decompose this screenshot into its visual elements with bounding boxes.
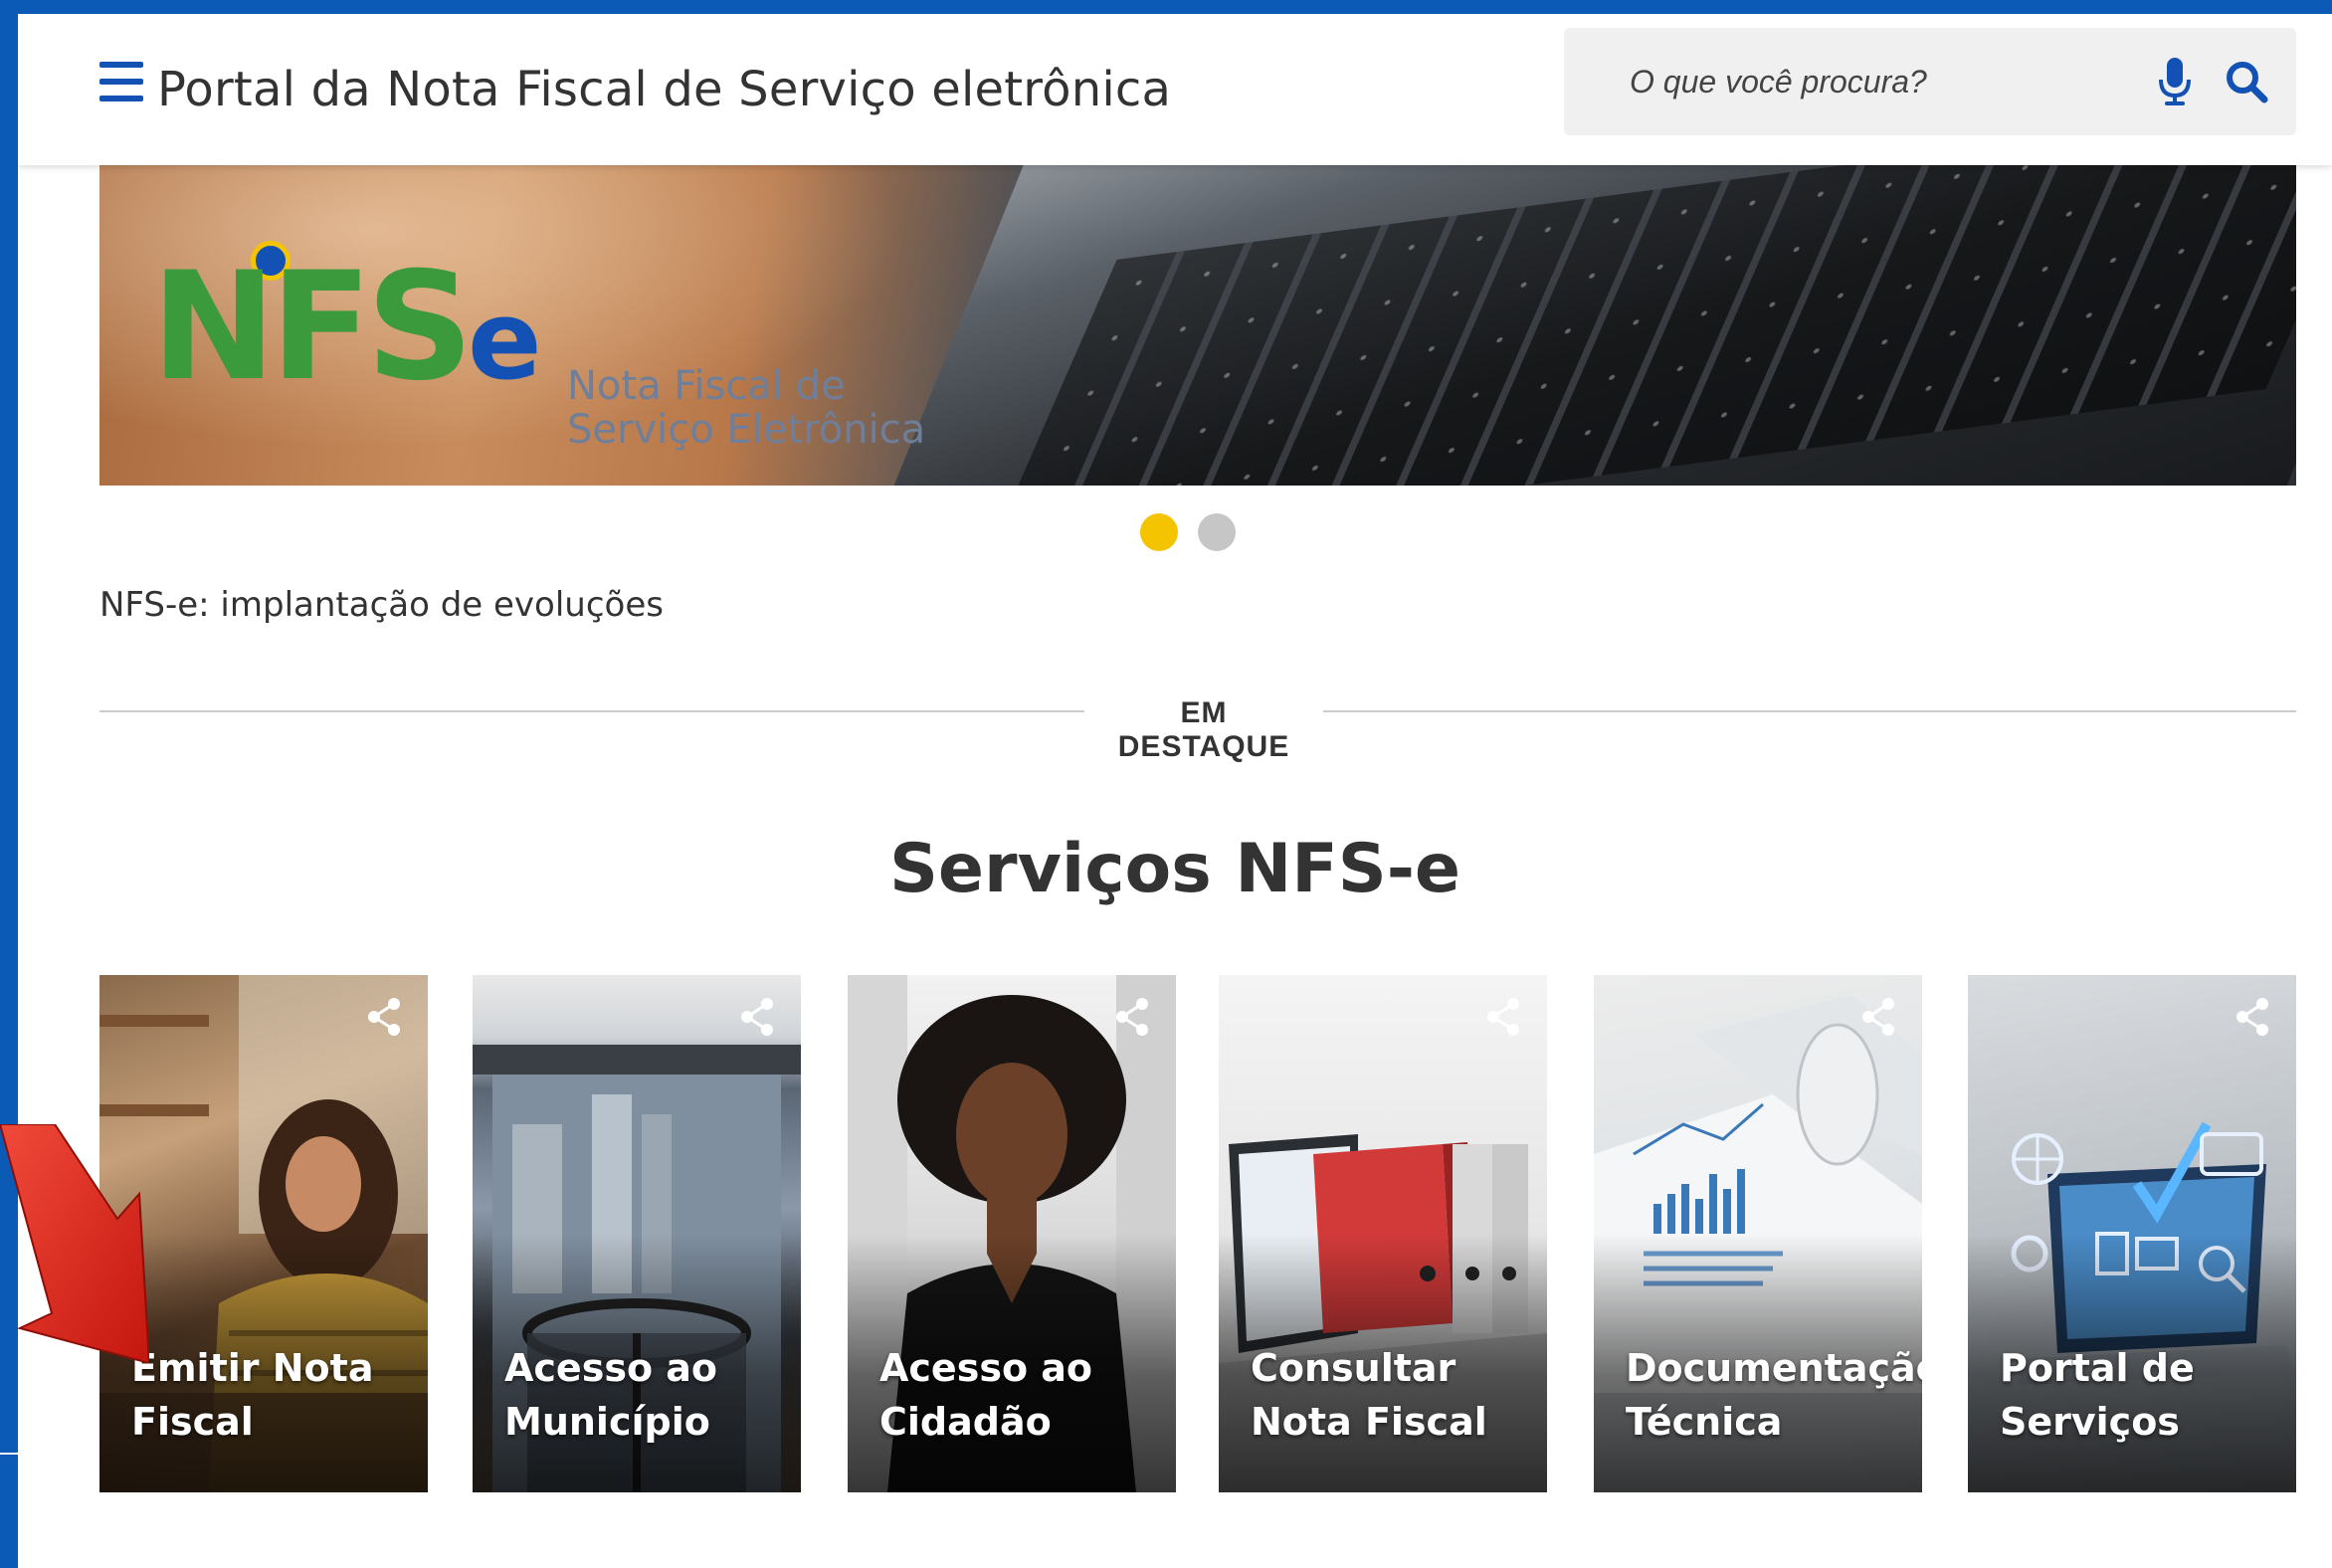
- card-acesso-cidadao[interactable]: Acesso ao Cidadão: [848, 975, 1176, 1492]
- card-label: Documentação Técnica: [1626, 1341, 1922, 1449]
- hamburger-menu-icon[interactable]: [99, 62, 143, 101]
- card-label: Emitir Nota Fiscal: [131, 1341, 420, 1449]
- card-label-line-2: Município: [504, 1400, 710, 1444]
- card-label-line-2: Nota Fiscal: [1251, 1400, 1487, 1444]
- card-label: Portal de Serviços: [2000, 1341, 2288, 1449]
- carousel-dot-1-active[interactable]: [1140, 513, 1178, 551]
- card-consultar-nota-fiscal[interactable]: Consultar Nota Fiscal: [1219, 975, 1547, 1492]
- page: Portal da Nota Fiscal de Serviço eletrôn…: [18, 14, 2332, 1568]
- carousel-dot-2[interactable]: [1198, 513, 1236, 551]
- card-label: Acesso ao Cidadão: [879, 1341, 1168, 1449]
- featured-label: EM DESTAQUE: [1117, 696, 1290, 763]
- share-icon[interactable]: [739, 997, 775, 1037]
- card-acesso-municipio[interactable]: Acesso ao Município: [473, 975, 801, 1492]
- divider-left: [99, 710, 1084, 712]
- microphone-icon[interactable]: [2157, 58, 2193, 105]
- share-icon[interactable]: [1860, 997, 1896, 1037]
- search-input[interactable]: [1564, 28, 2141, 135]
- site-header: Portal da Nota Fiscal de Serviço eletrôn…: [18, 14, 2332, 165]
- section-title: Serviços NFS-e: [888, 830, 1461, 908]
- card-label-line-1: Documentação: [1626, 1346, 1922, 1390]
- share-icon[interactable]: [1485, 997, 1521, 1037]
- divider-right: [1323, 710, 2296, 712]
- card-label-line-1: Consultar: [1251, 1346, 1457, 1390]
- card-label-line-2: Cidadão: [879, 1400, 1052, 1444]
- red-arrow-annotation: [0, 1124, 149, 1363]
- search-icon[interactable]: [2225, 60, 2268, 103]
- nfse-logo: NFSe: [151, 253, 542, 404]
- card-label-line-1: Acesso ao: [879, 1346, 1093, 1390]
- share-icon[interactable]: [1114, 997, 1150, 1037]
- hero-banner[interactable]: NFSe Nota Fiscal de Serviço Eletrônica: [99, 165, 2296, 486]
- card-label-line-1: Portal de: [2000, 1346, 2195, 1390]
- card-label-line-1: Acesso ao: [504, 1346, 718, 1390]
- card-label: Acesso ao Município: [504, 1341, 793, 1449]
- logo-suffix: e: [468, 277, 542, 404]
- share-icon[interactable]: [2235, 997, 2270, 1037]
- card-portal-de-servicos[interactable]: Portal de Serviços: [1968, 975, 2296, 1492]
- tagline-line-2: Serviço Eletrônica: [567, 407, 926, 453]
- frame-marker: [0, 1453, 18, 1455]
- logo-text: NFS: [151, 241, 474, 414]
- card-label-line-2: Serviços: [2000, 1400, 2180, 1444]
- card-documentacao-tecnica[interactable]: Documentação Técnica: [1594, 975, 1922, 1492]
- search-bar: [1564, 28, 2296, 135]
- card-label-line-2: Técnica: [1626, 1400, 1783, 1444]
- site-title[interactable]: Portal da Nota Fiscal de Serviço eletrôn…: [157, 62, 1171, 117]
- tagline-line-1: Nota Fiscal de: [567, 363, 846, 409]
- logo-tagline: Nota Fiscal de Serviço Eletrônica: [567, 364, 925, 452]
- card-label-line-2: Fiscal: [131, 1400, 254, 1444]
- banner-caption[interactable]: NFS-e: implantação de evoluções: [99, 585, 664, 625]
- share-icon[interactable]: [366, 997, 402, 1037]
- card-label: Consultar Nota Fiscal: [1251, 1341, 1539, 1449]
- card-label-line-1: Emitir Nota: [131, 1346, 374, 1390]
